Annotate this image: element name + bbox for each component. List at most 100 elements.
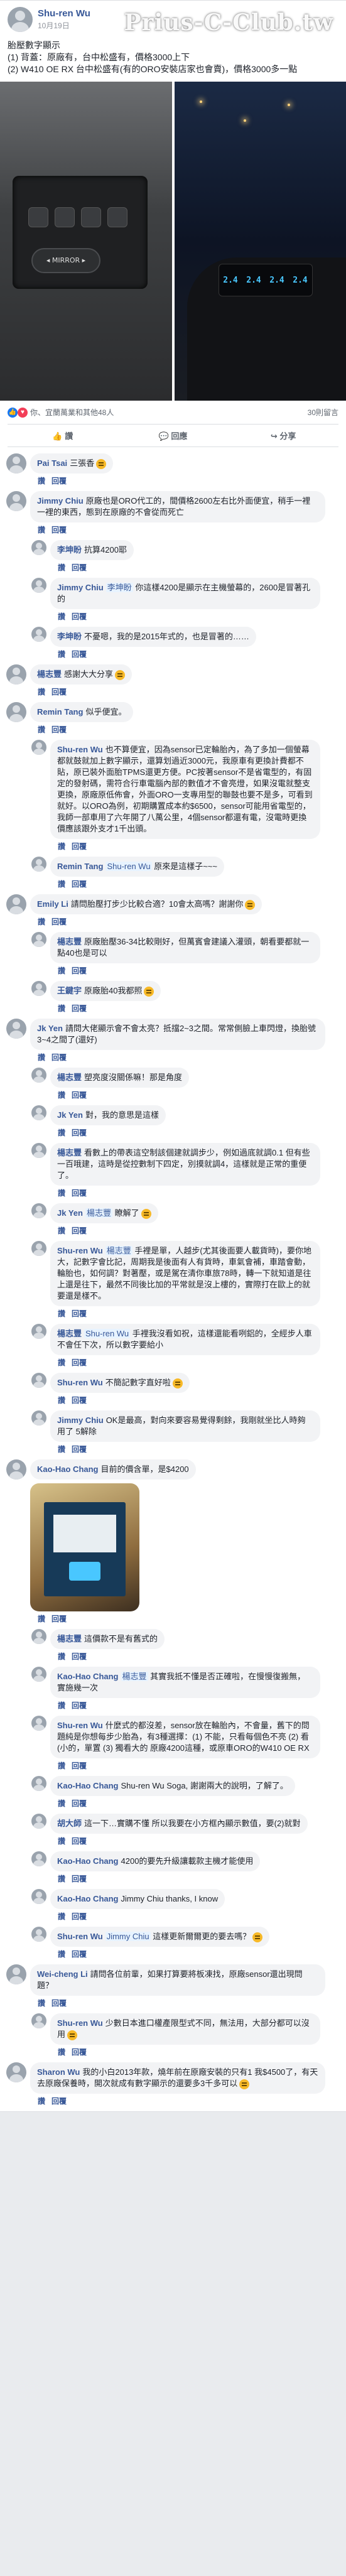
commenter-name[interactable]: Remin Tang xyxy=(57,862,103,871)
comment-like-link[interactable]: 讚 xyxy=(58,1912,65,1921)
commenter-name[interactable]: Shu-ren Wu xyxy=(57,745,103,754)
comment-like-link[interactable]: 讚 xyxy=(38,2097,45,2106)
commenter-name[interactable]: Jimmy Chiu xyxy=(37,496,84,506)
comment-like-link[interactable]: 讚 xyxy=(38,917,45,926)
commenter-avatar[interactable] xyxy=(31,578,46,593)
comment-reply-link[interactable]: 回覆 xyxy=(72,1396,87,1405)
comment-like-link[interactable]: 讚 xyxy=(38,526,45,534)
photo-dashboard-buttons[interactable]: ◂ MIRROR ▸ xyxy=(0,82,172,401)
comment-photo[interactable] xyxy=(30,1483,139,1611)
comment-reply-link[interactable]: 回覆 xyxy=(72,612,87,621)
commenter-name[interactable]: Kao-Hao Chang xyxy=(57,1856,119,1866)
commenter-avatar[interactable] xyxy=(31,1667,46,1682)
commenter-avatar[interactable] xyxy=(31,1776,46,1791)
commenter-name[interactable]: 楊志豐 xyxy=(57,1148,82,1157)
comment-reply-link[interactable]: 回覆 xyxy=(51,2097,67,2106)
comment-like-link[interactable]: 讚 xyxy=(38,1615,45,1623)
commenter-avatar[interactable] xyxy=(31,1324,46,1339)
commenter-name[interactable]: Kao-Hao Chang xyxy=(57,1672,119,1681)
comment-reply-link[interactable]: 回覆 xyxy=(51,917,67,926)
commenter-avatar[interactable] xyxy=(31,540,46,555)
commenter-name[interactable]: Jimmy Chiu xyxy=(57,1415,104,1425)
commenter-name[interactable]: Kao-Hao Chang xyxy=(57,1894,119,1903)
comment-like-link[interactable]: 讚 xyxy=(58,842,65,851)
comment-reply-link[interactable]: 回覆 xyxy=(72,1128,87,1137)
author-avatar[interactable] xyxy=(8,7,33,32)
commenter-avatar[interactable] xyxy=(31,627,46,642)
commenter-name[interactable]: 楊志豐 xyxy=(57,1329,82,1338)
commenter-name[interactable]: Shu-ren Wu xyxy=(57,1721,103,1730)
comment-count[interactable]: 30則留言 xyxy=(308,407,338,418)
commenter-avatar[interactable] xyxy=(31,1410,46,1426)
comment-like-link[interactable]: 讚 xyxy=(58,1799,65,1808)
comment-reply-link[interactable]: 回覆 xyxy=(72,966,87,975)
comment-reply-link[interactable]: 回覆 xyxy=(72,1875,87,1883)
like-button[interactable]: 👍 讚 xyxy=(8,425,118,446)
comment-like-link[interactable]: 讚 xyxy=(58,612,65,621)
comment-reply-link[interactable]: 回覆 xyxy=(72,1652,87,1661)
commenter-avatar[interactable] xyxy=(31,2013,46,2028)
comment-like-link[interactable]: 讚 xyxy=(58,1309,65,1318)
commenter-name[interactable]: Shu-ren Wu xyxy=(57,1932,103,1941)
comment-reply-link[interactable]: 回覆 xyxy=(72,1701,87,1710)
commenter-name[interactable]: Kao-Hao Chang xyxy=(37,1464,99,1474)
commenter-name[interactable]: 王鍵宇 xyxy=(57,986,82,995)
mention-tag[interactable]: 楊志豐 xyxy=(121,1672,148,1681)
comment-button[interactable]: 💬 回應 xyxy=(118,425,229,446)
comment-like-link[interactable]: 讚 xyxy=(38,725,45,734)
comment-like-link[interactable]: 讚 xyxy=(58,1837,65,1846)
comment-reply-link[interactable]: 回覆 xyxy=(72,1762,87,1770)
mention-tag[interactable]: 楊志豐 xyxy=(105,1246,132,1255)
commenter-name[interactable]: Emily Li xyxy=(37,899,68,909)
commenter-avatar[interactable] xyxy=(6,664,26,685)
comment-reply-link[interactable]: 回覆 xyxy=(72,1309,87,1318)
commenter-avatar[interactable] xyxy=(31,1716,46,1731)
comment-like-link[interactable]: 讚 xyxy=(58,650,65,659)
commenter-avatar[interactable] xyxy=(6,702,26,722)
commenter-avatar[interactable] xyxy=(31,1241,46,1256)
commenter-name[interactable]: Jk Yen xyxy=(57,1208,83,1218)
comment-like-link[interactable]: 讚 xyxy=(58,1358,65,1367)
commenter-name[interactable]: 楊志豐 xyxy=(57,1073,82,1082)
commenter-avatar[interactable] xyxy=(6,491,26,511)
commenter-avatar[interactable] xyxy=(31,1851,46,1866)
comment-like-link[interactable]: 讚 xyxy=(58,1226,65,1235)
commenter-name[interactable]: Jk Yen xyxy=(37,1024,63,1033)
commenter-name[interactable]: 楊志豐 xyxy=(37,669,62,679)
mention-tag[interactable]: 李坤盼 xyxy=(105,583,133,592)
comment-reply-link[interactable]: 回覆 xyxy=(51,1615,67,1623)
comment-like-link[interactable]: 讚 xyxy=(58,1128,65,1137)
author-name[interactable]: Shu-ren Wu xyxy=(38,8,90,19)
comment-reply-link[interactable]: 回覆 xyxy=(72,842,87,851)
commenter-avatar[interactable] xyxy=(31,1814,46,1829)
commenter-name[interactable]: Shu-ren Wu xyxy=(57,1378,103,1387)
comment-reply-link[interactable]: 回覆 xyxy=(51,526,67,534)
commenter-name[interactable]: Kao-Hao Chang xyxy=(57,1781,119,1790)
comment-like-link[interactable]: 讚 xyxy=(58,1875,65,1883)
photo-tpms-display[interactable]: 2.4 2.4 2.4 2.4 xyxy=(174,82,346,401)
comment-like-link[interactable]: 讚 xyxy=(58,1950,65,1959)
mention-tag[interactable]: 楊志豐 xyxy=(85,1208,112,1218)
comment-reply-link[interactable]: 回覆 xyxy=(72,1091,87,1100)
commenter-avatar[interactable] xyxy=(31,1105,46,1120)
comment-like-link[interactable]: 讚 xyxy=(58,1091,65,1100)
comment-like-link[interactable]: 讚 xyxy=(58,1189,65,1198)
commenter-avatar[interactable] xyxy=(6,453,26,474)
commenter-avatar[interactable] xyxy=(31,1373,46,1388)
comment-reply-link[interactable]: 回覆 xyxy=(72,1837,87,1846)
comment-reply-link[interactable]: 回覆 xyxy=(72,563,87,572)
commenter-name[interactable]: Sharon Wu xyxy=(37,2067,80,2077)
commenter-name[interactable]: Wei-cheng Li xyxy=(37,1969,88,1979)
comment-reply-link[interactable]: 回覆 xyxy=(51,688,67,696)
commenter-avatar[interactable] xyxy=(31,857,46,872)
commenter-name[interactable]: 胡大師 xyxy=(57,1819,82,1828)
mention-tag[interactable]: Jimmy Chiu xyxy=(105,1932,151,1941)
comment-reply-link[interactable]: 回覆 xyxy=(72,1189,87,1198)
comment-reply-link[interactable]: 回覆 xyxy=(72,1004,87,1013)
commenter-avatar[interactable] xyxy=(31,1068,46,1083)
comment-like-link[interactable]: 讚 xyxy=(58,2048,65,2057)
commenter-name[interactable]: Shu-ren Wu xyxy=(57,1246,103,1255)
comment-reply-link[interactable]: 回覆 xyxy=(72,1358,87,1367)
comment-like-link[interactable]: 讚 xyxy=(58,1652,65,1661)
commenter-avatar[interactable] xyxy=(31,932,46,947)
